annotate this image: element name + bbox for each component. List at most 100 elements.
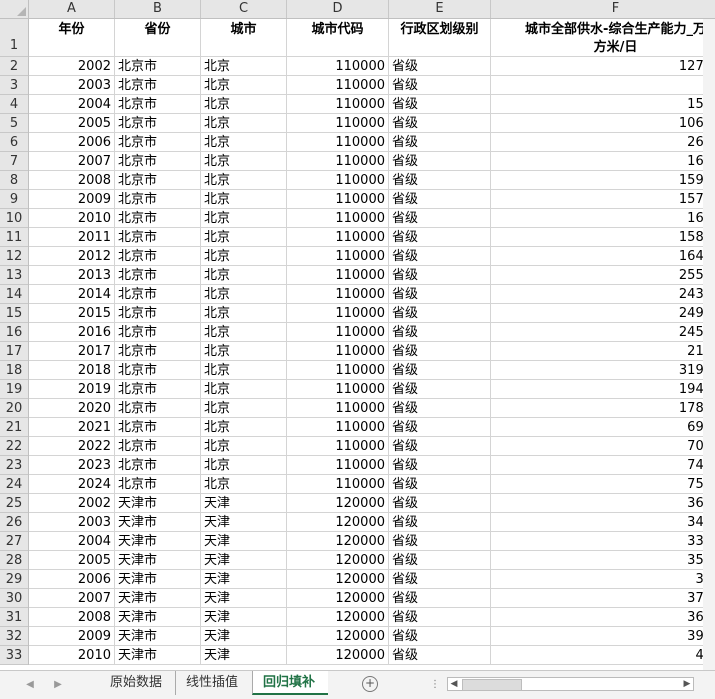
table-cell[interactable]: 110000 <box>287 171 389 190</box>
column-header-f[interactable]: F <box>491 0 715 18</box>
table-cell[interactable]: 北京市 <box>115 95 201 114</box>
vertical-scrollbar[interactable] <box>703 19 715 670</box>
row-header[interactable]: 24 <box>0 475 28 494</box>
table-cell[interactable]: 2021 <box>29 418 115 437</box>
header-cell[interactable]: 城市 <box>201 19 287 57</box>
table-cell[interactable]: 天津市 <box>115 589 201 608</box>
table-cell[interactable]: 110000 <box>287 76 389 95</box>
table-cell[interactable]: 2015 <box>29 304 115 323</box>
table-cell[interactable]: 天津 <box>201 513 287 532</box>
table-cell[interactable]: 天津 <box>201 627 287 646</box>
table-cell[interactable]: 358 <box>491 551 715 570</box>
table-cell[interactable]: 天津 <box>201 589 287 608</box>
row-header[interactable]: 23 <box>0 456 28 475</box>
header-cell[interactable]: 年份 <box>29 19 115 57</box>
table-cell[interactable]: 省级 <box>389 608 491 627</box>
table-cell[interactable]: 702 <box>491 437 715 456</box>
table-cell[interactable]: 362 <box>491 494 715 513</box>
more-options-icon[interactable]: ⋮ <box>430 679 440 690</box>
table-cell[interactable]: 省级 <box>389 133 491 152</box>
row-header[interactable]: 6 <box>0 133 28 152</box>
row-header[interactable]: 33 <box>0 646 28 665</box>
table-cell[interactable]: 40 <box>491 646 715 665</box>
table-cell[interactable]: 110000 <box>287 437 389 456</box>
table-cell[interactable]: 2439 <box>491 285 715 304</box>
table-cell[interactable]: 天津市 <box>115 627 201 646</box>
scroll-left-icon[interactable]: ◀ <box>448 678 460 690</box>
table-cell[interactable]: 省级 <box>389 304 491 323</box>
table-cell[interactable]: 省级 <box>389 266 491 285</box>
table-cell[interactable]: 110000 <box>287 456 389 475</box>
next-sheet-icon[interactable]: ▶ <box>50 677 66 693</box>
table-cell[interactable]: 2004 <box>29 95 115 114</box>
row-header[interactable]: 14 <box>0 285 28 304</box>
row-header[interactable]: 18 <box>0 361 28 380</box>
row-header[interactable]: 15 <box>0 304 28 323</box>
row-header[interactable]: 19 <box>0 380 28 399</box>
table-cell[interactable]: 1065 <box>491 114 715 133</box>
row-header[interactable]: 29 <box>0 570 28 589</box>
table-cell[interactable]: 392 <box>491 627 715 646</box>
row-header[interactable]: 28 <box>0 551 28 570</box>
table-cell[interactable]: 省级 <box>389 532 491 551</box>
table-cell[interactable]: 263 <box>491 133 715 152</box>
table-cell[interactable]: 110000 <box>287 285 389 304</box>
table-cell[interactable]: 2017 <box>29 342 115 361</box>
table-cell[interactable]: 北京 <box>201 228 287 247</box>
row-header[interactable]: 4 <box>0 95 28 114</box>
table-cell[interactable]: 376 <box>491 589 715 608</box>
table-cell[interactable]: 省级 <box>389 570 491 589</box>
table-cell[interactable]: 北京市 <box>115 323 201 342</box>
table-cell[interactable]: 2024 <box>29 475 115 494</box>
table-cell[interactable]: 110000 <box>287 152 389 171</box>
table-cell[interactable]: 160 <box>491 209 715 228</box>
table-cell[interactable]: 天津 <box>201 646 287 665</box>
table-cell[interactable]: 北京 <box>201 418 287 437</box>
table-cell[interactable]: 北京 <box>201 399 287 418</box>
table-cell[interactable]: 北京 <box>201 361 287 380</box>
table-cell[interactable]: 1942 <box>491 380 715 399</box>
table-cell[interactable]: 北京 <box>201 285 287 304</box>
row-header[interactable]: 5 <box>0 114 28 133</box>
table-cell[interactable]: 150 <box>491 95 715 114</box>
sheet-tab[interactable]: 回归填补 <box>252 671 328 695</box>
table-cell[interactable]: 2022 <box>29 437 115 456</box>
table-cell[interactable]: 天津 <box>201 532 287 551</box>
table-cell[interactable]: 110000 <box>287 247 389 266</box>
table-cell[interactable]: 699 <box>491 418 715 437</box>
table-cell[interactable]: 天津市 <box>115 494 201 513</box>
prev-sheet-icon[interactable]: ◀ <box>22 677 38 693</box>
table-cell[interactable]: 北京市 <box>115 380 201 399</box>
table-cell[interactable]: 338 <box>491 532 715 551</box>
table-cell[interactable]: 120000 <box>287 494 389 513</box>
table-cell[interactable]: 120000 <box>287 627 389 646</box>
row-header[interactable]: 13 <box>0 266 28 285</box>
row-header[interactable]: 27 <box>0 532 28 551</box>
table-cell[interactable]: 110000 <box>287 95 389 114</box>
table-cell[interactable]: 756 <box>491 475 715 494</box>
table-cell[interactable]: 35 <box>491 570 715 589</box>
table-cell[interactable]: 1788 <box>491 399 715 418</box>
table-cell[interactable]: 1 <box>491 76 715 95</box>
table-cell[interactable]: 天津市 <box>115 570 201 589</box>
row-header[interactable]: 21 <box>0 418 28 437</box>
table-cell[interactable]: 省级 <box>389 475 491 494</box>
sheet-tab[interactable]: 线性插值 <box>175 671 252 695</box>
table-cell[interactable]: 110000 <box>287 323 389 342</box>
table-cell[interactable]: 省级 <box>389 646 491 665</box>
table-cell[interactable]: 北京 <box>201 152 287 171</box>
table-cell[interactable]: 2004 <box>29 532 115 551</box>
table-cell[interactable]: 北京 <box>201 76 287 95</box>
table-cell[interactable]: 北京 <box>201 247 287 266</box>
table-cell[interactable]: 110000 <box>287 304 389 323</box>
table-cell[interactable]: 2005 <box>29 114 115 133</box>
table-cell[interactable]: 2002 <box>29 494 115 513</box>
table-cell[interactable]: 省级 <box>389 342 491 361</box>
table-cell[interactable]: 2013 <box>29 266 115 285</box>
table-cell[interactable]: 1571 <box>491 190 715 209</box>
table-cell[interactable]: 2019 <box>29 380 115 399</box>
table-cell[interactable]: 北京 <box>201 190 287 209</box>
table-cell[interactable]: 110000 <box>287 266 389 285</box>
table-cell[interactable]: 110000 <box>287 418 389 437</box>
horizontal-scrollbar[interactable]: ◀ ▶ <box>447 677 694 691</box>
